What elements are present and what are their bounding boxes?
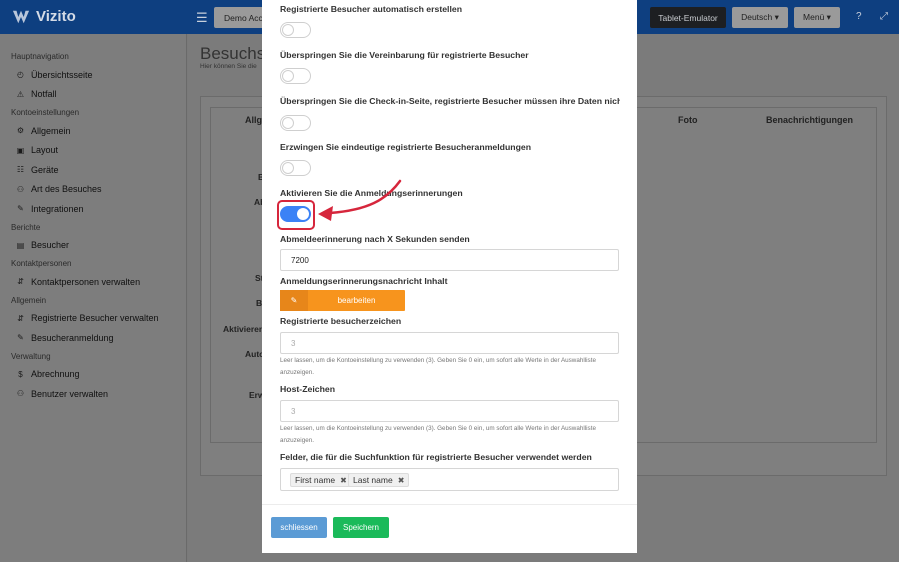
row-label: Aktivieren: [223, 324, 265, 334]
reminder-seconds-input[interactable]: 7200: [280, 249, 619, 271]
auto-create-label: Registrierte Besucher automatisch erstel…: [280, 4, 463, 14]
edit-button-label: bearbeiten: [337, 296, 376, 305]
host-chars-help: Leer lassen, um die Kontoeinstellung zu …: [280, 425, 596, 444]
sidebar-item-icon: ☷: [16, 165, 25, 175]
edit-icon: ✎: [280, 290, 308, 311]
sidebar-item-icon: ⚠: [16, 89, 25, 99]
sidebar-section-title: Berichte: [11, 222, 41, 232]
sidebar-navigation: Hauptnavigation ◴ Übersichtsseite ⚠ Notfall K…: [0, 34, 186, 404]
search-fields-select[interactable]: First name ✖ Last name ✖: [280, 468, 619, 491]
toggle-knob: [282, 70, 294, 82]
sidebar-item-icon: ▤: [16, 240, 25, 250]
sidebar-item-label: Abrechnung: [31, 369, 80, 380]
visitor-chars-help: Leer lassen, um die Kontoeinstellung zu …: [280, 357, 596, 376]
tablet-emulator-button[interactable]: Tablet-Emulator: [650, 7, 726, 28]
sidebar-item-label: Notfall: [31, 89, 57, 100]
sidebar-section-title: Kontaktpersonen: [11, 259, 72, 268]
account-selector-button[interactable]: Demo Account: [214, 7, 266, 28]
sidebar-item-icon: ✎: [17, 204, 24, 214]
sidebar-item-label: Benutzer verwalten: [31, 388, 109, 399]
sidebar-section-title: Kontoeinstellungen: [11, 108, 80, 117]
sidebar-item-label: Layout: [31, 145, 59, 156]
sidebar-section-title: Hauptnavigation: [11, 52, 69, 61]
expand-icon[interactable]: ⤢: [880, 11, 888, 22]
sidebar-item-icon: ⚇: [16, 389, 25, 399]
page-subtitle: Hier können Sie die: [200, 63, 257, 70]
tag-label: First name: [295, 475, 336, 485]
auto-create-toggle[interactable]: [280, 22, 311, 38]
sidebar-item-label: Art des Besuches: [31, 184, 102, 195]
help-icon[interactable]: ?: [856, 11, 862, 22]
sidebar-item[interactable]: ⚙ Allgemein: [0, 121, 186, 141]
save-button[interactable]: Speichern: [333, 517, 389, 538]
sidebar-item-icon: $: [18, 369, 23, 379]
tag-label: Last name: [353, 475, 393, 485]
brand-logo[interactable]: Vizito: [12, 8, 76, 25]
sidebar: Hauptnavigation ◴ Übersichtsseite ⚠ Notfall K…: [0, 34, 187, 562]
modal-footer-divider: [262, 504, 637, 505]
brand-name: Vizito: [36, 8, 76, 25]
column-header-photo: Foto: [678, 115, 698, 125]
sidebar-item[interactable]: ☷ Geräte: [0, 160, 186, 180]
toggle-knob: [282, 162, 294, 174]
tag-last-name: Last name ✖: [348, 473, 410, 487]
close-button[interactable]: schliessen: [271, 517, 327, 538]
signin-reminders-label: Aktivieren Sie die Anmeldungserinnerunge…: [280, 188, 463, 198]
sidebar-item[interactable]: ⚠ Notfall: [0, 85, 186, 105]
column-header-notifications: Benachrichtigungen: [766, 115, 854, 125]
reminder-message-label: Anmeldungserinnerungsnachricht Inhalt: [280, 276, 448, 286]
settings-modal: Registrierte Besucher automatisch erstel…: [262, 0, 637, 553]
sidebar-item-label: Geräte: [31, 164, 59, 175]
skip-checkin-label: Überspringen Sie die Check-in-Seite, reg…: [280, 96, 620, 106]
sidebar-item-label: Kontaktpersonen verwalten: [31, 276, 141, 287]
sidebar-item-label: Besucheranmeldung: [31, 332, 114, 343]
sidebar-item[interactable]: ✎ Integrationen: [0, 199, 186, 219]
sidebar-item-label: Besucher: [31, 240, 70, 251]
hamburger-menu-icon[interactable]: ☰: [196, 10, 208, 26]
tag-first-name: First name ✖: [290, 473, 352, 487]
sidebar-item-label: Allgemein: [31, 125, 71, 136]
sidebar-item-label: Übersichtsseite: [31, 69, 93, 80]
sidebar-item-label: Registrierte Besucher verwalten: [31, 313, 159, 324]
sidebar-item[interactable]: ⚇ Art des Besuches: [0, 180, 186, 200]
sidebar-item[interactable]: ◴ Übersichtsseite: [0, 65, 186, 85]
sidebar-item-icon: ⚇: [16, 184, 25, 194]
remove-tag-icon[interactable]: ✖: [398, 476, 405, 485]
sidebar-item[interactable]: ✎ Besucheranmeldung: [0, 328, 186, 348]
toggle-knob: [282, 117, 294, 129]
sidebar-item-icon: ⇵: [17, 277, 24, 287]
search-fields-label: Felder, die für die Suchfunktion für reg…: [280, 452, 592, 462]
sidebar-item[interactable]: ⇵ Kontaktpersonen verwalten: [0, 272, 186, 292]
unique-signin-label: Erzwingen Sie eindeutige registrierte Be…: [280, 142, 532, 152]
skip-agreement-label: Überspringen Sie die Vereinbarung für re…: [280, 50, 529, 60]
sidebar-section-title: Verwaltung: [11, 351, 51, 361]
reminder-seconds-label: Abmeldeerinnerung nach X Sekunden senden: [280, 234, 470, 244]
toggle-knob: [282, 24, 294, 36]
sidebar-item-icon: ⇵: [17, 313, 24, 323]
sidebar-item-label: Integrationen: [31, 203, 84, 214]
visitor-chars-label: Registrierte besucherzeichen: [280, 316, 402, 326]
visitor-chars-input[interactable]: 3: [280, 332, 619, 354]
host-chars-label: Host-Zeichen: [280, 384, 336, 394]
highlight-box: [277, 200, 315, 230]
host-chars-input[interactable]: 3: [280, 400, 619, 422]
sidebar-item-icon: ◴: [17, 70, 24, 80]
sidebar-item-icon: ✎: [17, 333, 24, 343]
skip-checkin-toggle[interactable]: [280, 115, 311, 131]
sidebar-item[interactable]: ▣ Layout: [0, 141, 186, 161]
vizito-logo-icon: [12, 10, 30, 23]
sidebar-item[interactable]: ▤ Besucher: [0, 236, 186, 256]
sidebar-item[interactable]: ⇵ Registrierte Besucher verwalten: [0, 309, 186, 329]
sidebar-item-icon: ▣: [16, 145, 25, 155]
sidebar-section-title: Allgemein: [11, 295, 47, 305]
remove-tag-icon[interactable]: ✖: [340, 476, 347, 485]
language-dropdown[interactable]: Deutsch ▾: [732, 7, 788, 28]
unique-signin-toggle[interactable]: [280, 160, 311, 176]
sidebar-item-icon: ⚙: [16, 126, 25, 136]
sidebar-item[interactable]: $ Abrechnung: [0, 365, 186, 385]
skip-agreement-toggle[interactable]: [280, 68, 311, 84]
main-menu-dropdown[interactable]: Menü ▾: [794, 7, 840, 28]
edit-message-button[interactable]: ✎ bearbeiten: [280, 290, 405, 311]
sidebar-item[interactable]: ⚇ Benutzer verwalten: [0, 384, 186, 404]
